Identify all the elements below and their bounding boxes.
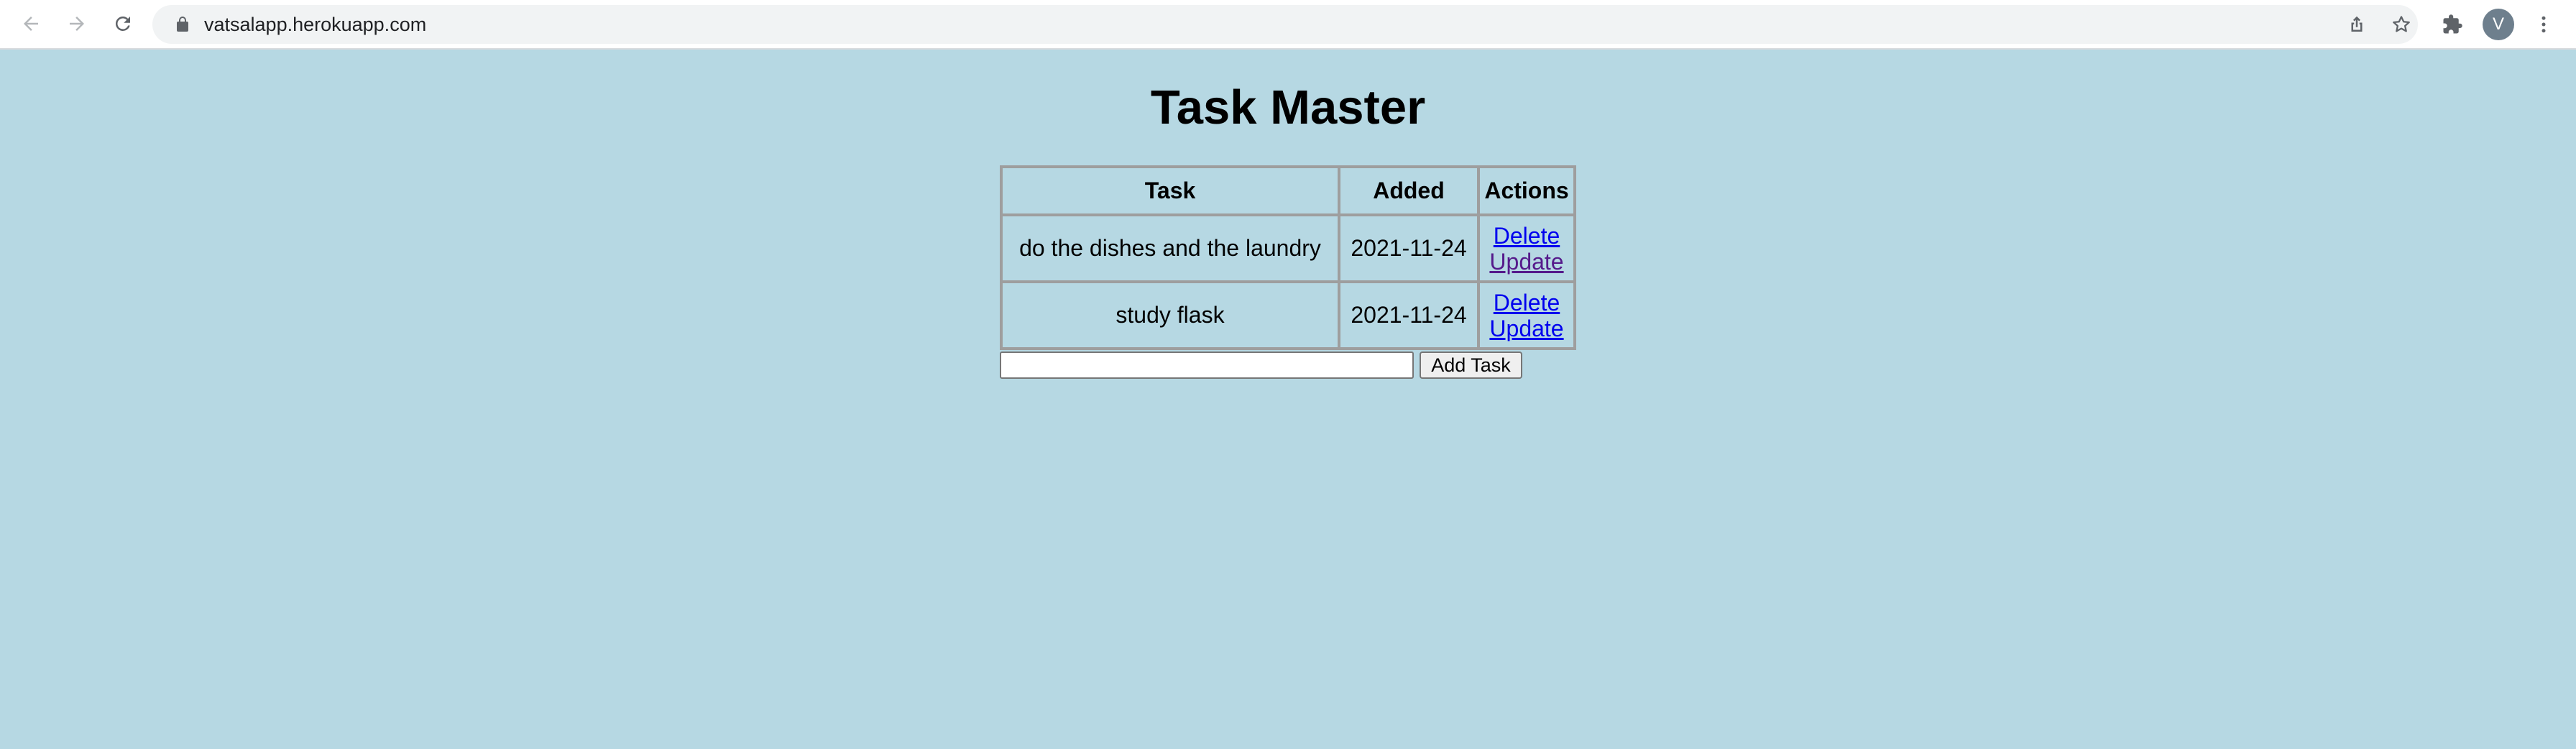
back-arrow-icon xyxy=(24,17,38,31)
table-row: study flask 2021-11-24 Delete Update xyxy=(1001,282,1575,349)
lock-icon xyxy=(177,17,188,32)
share-icon xyxy=(2351,16,2363,32)
address-bar[interactable]: vatsalapp.herokuapp.com xyxy=(152,5,2418,44)
star-icon xyxy=(2393,16,2410,32)
share-button[interactable] xyxy=(2345,12,2369,37)
added-cell: 2021-11-24 xyxy=(1339,282,1478,349)
task-cell: do the dishes and the laundry xyxy=(1001,215,1339,282)
header-actions: Actions xyxy=(1478,167,1575,215)
header-task: Task xyxy=(1001,167,1339,215)
add-task-button[interactable]: Add Task xyxy=(1420,351,1522,379)
profile-avatar[interactable]: V xyxy=(2483,9,2514,40)
url-text[interactable]: vatsalapp.herokuapp.com xyxy=(204,5,426,44)
forward-arrow-icon xyxy=(70,17,84,31)
header-added: Added xyxy=(1339,167,1478,215)
task-cell: study flask xyxy=(1001,282,1339,349)
update-link[interactable]: Update xyxy=(1480,249,1573,275)
task-input[interactable] xyxy=(1000,351,1414,379)
bookmark-star-button[interactable] xyxy=(2389,12,2414,37)
reload-icon xyxy=(115,16,130,31)
table-row: do the dishes and the laundry 2021-11-24… xyxy=(1001,215,1575,282)
delete-link[interactable]: Delete xyxy=(1480,223,1573,249)
delete-link[interactable]: Delete xyxy=(1480,290,1573,316)
task-table: Task Added Actions do the dishes and the… xyxy=(1000,165,1576,350)
reload-button[interactable] xyxy=(106,7,139,40)
more-menu-icon xyxy=(2542,16,2546,33)
back-button[interactable] xyxy=(14,7,47,40)
page-title: Task Master xyxy=(1150,81,1426,134)
actions-cell: Delete Update xyxy=(1478,215,1575,282)
extensions-icon xyxy=(2443,14,2462,34)
forward-button[interactable] xyxy=(60,7,93,40)
browser-toolbar: vatsalapp.herokuapp.com V xyxy=(0,0,2576,50)
browser-menu-button[interactable] xyxy=(2529,9,2559,40)
actions-cell: Delete Update xyxy=(1478,282,1575,349)
update-link[interactable]: Update xyxy=(1480,316,1573,341)
table-header-row: Task Added Actions xyxy=(1001,167,1575,215)
extensions-button[interactable] xyxy=(2437,9,2467,40)
added-cell: 2021-11-24 xyxy=(1339,215,1478,282)
